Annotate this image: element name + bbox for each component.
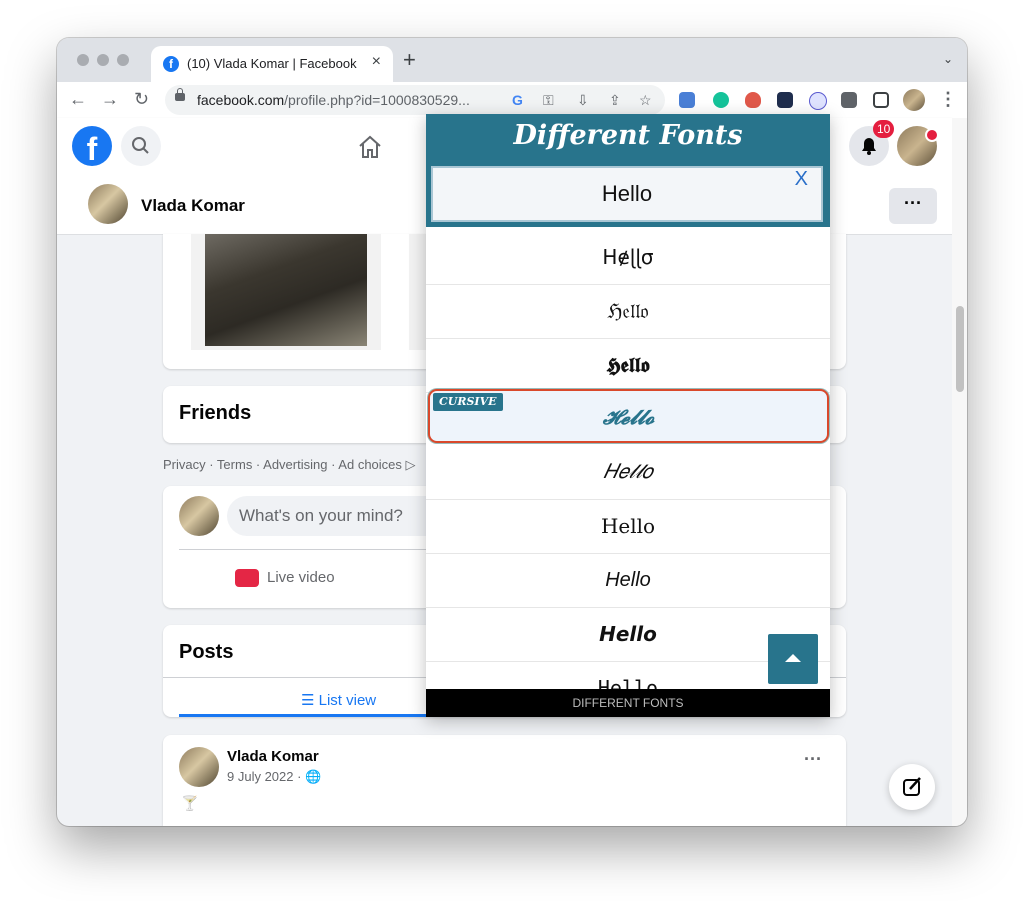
- maximize-window-button[interactable]: [117, 54, 129, 66]
- font-option-cursive-selected[interactable]: CURSIVE 𝓗𝓮𝓵𝓵𝓸: [428, 389, 829, 443]
- back-arrow-icon[interactable]: ←: [69, 88, 87, 110]
- scrollbar-thumb[interactable]: [956, 306, 964, 392]
- post-date[interactable]: 9 July 2022 · 🌐: [227, 769, 321, 785]
- puzzle-extensions-icon[interactable]: [841, 92, 857, 108]
- share-icon[interactable]: ⇪: [609, 92, 621, 109]
- browser-window: f (10) Vlada Komar | Facebook × + ⌄ ← → …: [57, 38, 967, 826]
- font-option-3[interactable]: 𝕳𝖊𝖑𝖑𝖔: [426, 339, 830, 393]
- facebook-favicon-icon: f: [163, 56, 179, 72]
- search-icon: [132, 137, 149, 154]
- clear-input-button[interactable]: X: [795, 168, 808, 191]
- home-icon[interactable]: [357, 134, 383, 160]
- post-author-avatar[interactable]: [179, 747, 219, 787]
- post-card: Vlada Komar 9 July 2022 · 🌐 ··· 🍸: [163, 735, 846, 826]
- post-text: 🍸: [181, 795, 199, 811]
- forward-arrow-icon[interactable]: →: [101, 88, 119, 110]
- popup-footer: DIFFERENT FONTS: [426, 689, 830, 717]
- popup-header: Different Fonts Hello X: [426, 114, 830, 227]
- profile-more-button[interactable]: ···: [889, 188, 937, 224]
- list-view-label: List view: [318, 692, 377, 709]
- key-icon[interactable]: ⚿: [543, 92, 554, 109]
- status-dot: [925, 128, 939, 142]
- side-panel-icon[interactable]: [873, 92, 889, 108]
- footer-links[interactable]: Privacy · Terms · Advertising · Ad choic…: [163, 457, 416, 473]
- close-window-button[interactable]: [77, 54, 89, 66]
- grammarly-extension-icon[interactable]: [713, 92, 729, 108]
- different-fonts-popup: Different Fonts Hello X Hɇɭɭσ ℌ𝔢𝔩𝔩𝔬 𝕳𝖊𝖑𝖑…: [426, 114, 830, 717]
- list-icon: ☰: [301, 692, 319, 709]
- tab-close-icon[interactable]: ×: [372, 53, 381, 71]
- friends-heading[interactable]: Friends: [179, 402, 251, 425]
- search-button[interactable]: [121, 126, 161, 166]
- live-video-icon: [235, 569, 259, 587]
- posts-heading: Posts: [179, 641, 234, 663]
- translate-extension-icon[interactable]: [679, 92, 695, 108]
- scroll-top-button[interactable]: [768, 634, 818, 684]
- url-text: facebook.com/profile.php?id=1000830529..…: [197, 92, 470, 108]
- tab-search-chevron-icon[interactable]: ⌄: [943, 52, 953, 66]
- cursive-tag: CURSIVE: [433, 393, 503, 411]
- profile-avatar-icon[interactable]: [903, 89, 925, 111]
- composer-avatar[interactable]: [179, 496, 219, 536]
- post-date-text: 9 July 2022 ·: [227, 769, 302, 784]
- font-option-5[interactable]: 𝐻𝑒𝓁𝓁𝑜: [426, 446, 830, 500]
- font-option-6[interactable]: Hello: [426, 500, 830, 554]
- lock-icon: [175, 88, 185, 101]
- globe-icon: 🌐: [305, 769, 322, 784]
- live-video-button[interactable]: Live video: [267, 569, 335, 586]
- restaurant-photo[interactable]: [205, 234, 367, 346]
- font-option-2[interactable]: ℌ𝔢𝔩𝔩𝔬: [426, 285, 830, 339]
- minimize-window-button[interactable]: [97, 54, 109, 66]
- google-lens-icon[interactable]: G: [512, 92, 523, 108]
- url-domain: facebook.com: [197, 92, 285, 108]
- facebook-logo-icon[interactable]: f: [72, 126, 112, 166]
- post-author-name[interactable]: Vlada Komar: [227, 748, 319, 765]
- address-bar[interactable]: facebook.com/profile.php?id=1000830529..…: [165, 85, 665, 115]
- reload-icon[interactable]: ↻: [134, 88, 149, 110]
- install-app-icon[interactable]: ⇩: [577, 92, 589, 109]
- hexagon-extension-icon[interactable]: [777, 92, 793, 108]
- photo-frame: [191, 234, 381, 350]
- url-path: /profile.php?id=1000830529...: [284, 92, 470, 108]
- text-input[interactable]: Hello: [431, 166, 823, 222]
- new-message-button[interactable]: [889, 764, 935, 810]
- font-option-1[interactable]: Hɇɭɭσ: [426, 231, 830, 285]
- popup-title: Different Fonts: [513, 120, 743, 151]
- list-view-tab[interactable]: ☰ List view: [301, 691, 376, 709]
- profile-name[interactable]: Vlada Komar: [141, 196, 245, 216]
- cursive-preview: 𝓗𝓮𝓵𝓵𝓸: [602, 405, 655, 429]
- page-scrollbar[interactable]: [952, 118, 967, 826]
- compose-icon: [903, 777, 921, 796]
- tab-title: (10) Vlada Komar | Facebook: [187, 56, 357, 71]
- shield-extension-icon[interactable]: [745, 92, 761, 108]
- browser-menu-icon[interactable]: ⋮: [939, 88, 957, 110]
- notification-count-badge: 10: [873, 120, 895, 138]
- post-options-button[interactable]: ···: [804, 749, 822, 770]
- profile-avatar[interactable]: [88, 184, 128, 224]
- browser-tab-facebook[interactable]: f (10) Vlada Komar | Facebook ×: [151, 46, 393, 82]
- tab-strip: f (10) Vlada Komar | Facebook × + ⌄: [57, 38, 967, 82]
- new-tab-button[interactable]: +: [403, 49, 416, 71]
- bookmark-star-icon[interactable]: ☆: [639, 92, 652, 109]
- font-option-7[interactable]: Hello: [426, 554, 830, 608]
- yandex-extension-icon[interactable]: [809, 92, 827, 110]
